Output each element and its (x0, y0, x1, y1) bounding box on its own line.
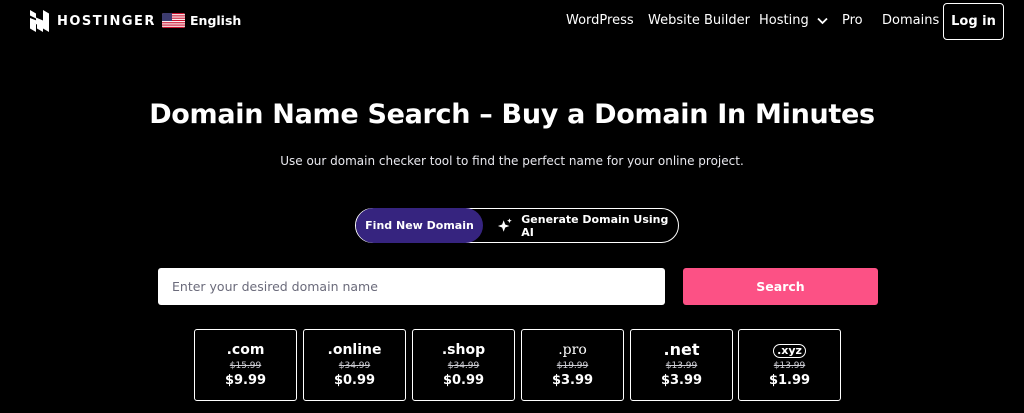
tld-old-price: $34.99 (338, 361, 371, 371)
tld-card-online[interactable]: .online $34.99 $0.99 (303, 329, 406, 401)
tld-old-price: $34.99 (447, 361, 480, 371)
nav-item-wordpress[interactable]: WordPress (566, 13, 634, 28)
tld-price: $9.99 (224, 373, 267, 388)
tld-card-net[interactable]: .net $13.99 $3.99 (630, 329, 733, 401)
tld-name: .com (226, 342, 265, 358)
search-button[interactable]: Search (683, 268, 878, 305)
nav-item-website-builder[interactable]: Website Builder (648, 13, 750, 28)
page-subtitle: Use our domain checker tool to find the … (280, 154, 744, 168)
hostinger-logo[interactable]: HOSTINGER (30, 10, 156, 32)
hostinger-logo-icon (30, 10, 49, 32)
tld-old-price: $15.99 (229, 361, 262, 371)
tld-name-wrap: .xyz (739, 342, 840, 358)
tld-price: $0.99 (333, 373, 376, 388)
logo-text: HOSTINGER (57, 13, 156, 29)
search-mode-toggle: Find New Domain Generate Domain Using AI (355, 208, 679, 243)
tld-card-xyz[interactable]: .xyz $13.99 $1.99 (738, 329, 841, 401)
login-button[interactable]: Log in (943, 3, 1004, 40)
tld-price: $3.99 (660, 373, 703, 388)
tab-generate-domain-ai-label: Generate Domain Using AI (521, 212, 669, 239)
sparkle-icon (497, 217, 512, 232)
us-flag-icon (162, 13, 185, 28)
nav-item-domains[interactable]: Domains (882, 13, 939, 28)
domain-search-input[interactable] (158, 268, 665, 305)
top-navigation: HOSTINGER English WordPress Website Buil… (0, 0, 1024, 44)
tld-price: $1.99 (768, 373, 811, 388)
tld-name: .pro (558, 342, 587, 358)
page: HOSTINGER English WordPress Website Buil… (0, 0, 1024, 413)
tld-name: .online (327, 342, 382, 358)
tld-old-price: $13.99 (665, 361, 698, 371)
language-label: English (190, 13, 242, 28)
tld-name: .shop (441, 342, 486, 358)
tld-old-price: $19.99 (556, 361, 589, 371)
tld-name: .net (663, 340, 700, 359)
tab-find-new-domain[interactable]: Find New Domain (356, 208, 483, 243)
nav-item-pro[interactable]: Pro (842, 13, 863, 28)
tld-card-com[interactable]: .com $15.99 $9.99 (194, 329, 297, 401)
tld-price: $3.99 (551, 373, 594, 388)
nav-item-hosting[interactable]: Hosting (759, 13, 828, 28)
page-title: Domain Name Search – Buy a Domain In Min… (149, 99, 875, 130)
tld-old-price: $13.99 (773, 361, 806, 371)
chevron-down-icon (817, 17, 828, 24)
nav-item-hosting-label: Hosting (759, 13, 809, 28)
language-selector[interactable]: English (162, 13, 241, 28)
tld-price: $0.99 (442, 373, 485, 388)
tld-card-pro[interactable]: .pro $19.99 $3.99 (521, 329, 624, 401)
tld-name: .xyz (773, 344, 806, 358)
tld-card-shop[interactable]: .shop $34.99 $0.99 (412, 329, 515, 401)
tab-generate-domain-ai[interactable]: Generate Domain Using AI (496, 209, 678, 242)
